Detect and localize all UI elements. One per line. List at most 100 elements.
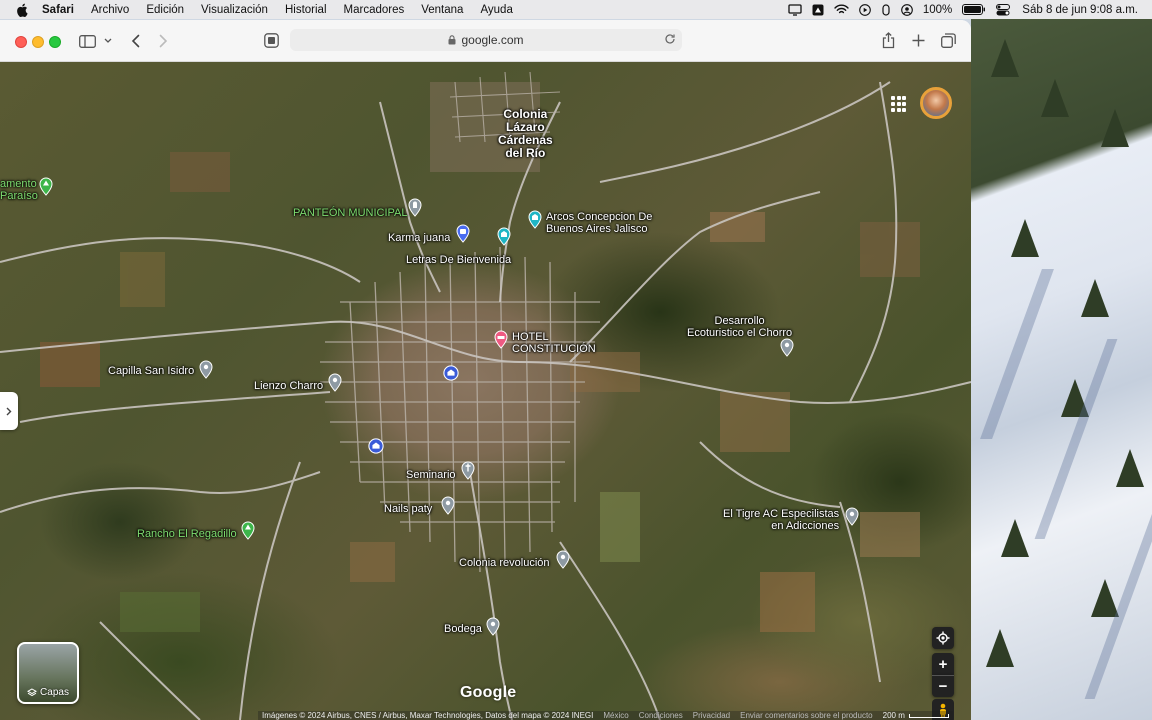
place-label-seminario[interactable]: Seminario (406, 469, 456, 481)
place-label-capilla[interactable]: Capilla San Isidro (108, 365, 194, 377)
tab-group-chevron-button[interactable] (102, 35, 114, 47)
keychain-icon[interactable] (881, 3, 891, 16)
tab-overview-button[interactable] (940, 32, 956, 48)
menu-edicion[interactable]: Edición (146, 4, 184, 16)
close-window-button[interactable] (15, 36, 27, 48)
play-icon[interactable] (859, 3, 871, 16)
website-icon (263, 32, 279, 48)
chevron-right-icon (159, 34, 167, 48)
place-label-line: Ecoturistico el Chorro (687, 327, 793, 339)
place-pin-icon[interactable] (440, 496, 456, 515)
place-pin-icon[interactable] (555, 550, 571, 569)
forward-button[interactable] (156, 32, 170, 50)
sidebar-icon (78, 34, 96, 48)
reload-icon[interactable] (664, 33, 676, 45)
place-pin-icon[interactable] (779, 338, 795, 357)
zoom-in-button[interactable]: + (932, 653, 954, 675)
menu-historial[interactable]: Historial (285, 4, 327, 16)
menu-app-safari[interactable]: Safari (42, 4, 74, 16)
attraction-pin-icon[interactable] (496, 227, 512, 246)
minimize-window-button[interactable] (32, 36, 44, 48)
place-pin-icon[interactable] (485, 617, 501, 636)
scale-bar (908, 713, 949, 718)
address-bar[interactable]: google.com (290, 29, 682, 51)
satellite-map[interactable]: Colonia Lázaro Cárdenas del Río amento P… (0, 62, 971, 720)
park-pin-icon[interactable] (38, 177, 54, 196)
safari-window: google.com Colonia Lázaro Cárdenas del R… (0, 20, 971, 720)
menu-clock[interactable]: Sáb 8 de jun 9:08 a.m. (1022, 4, 1138, 16)
place-label-line: en Adicciones (771, 520, 840, 532)
menu-ayuda[interactable]: Ayuda (480, 4, 512, 16)
map-scale[interactable]: 200 m (883, 711, 949, 720)
privacy-link[interactable]: Privacidad (693, 711, 730, 720)
government-pin-icon[interactable] (443, 365, 459, 381)
place-label-hotel[interactable]: HOTEL CONSTITUCIÓN (512, 331, 596, 355)
place-label-rancho[interactable]: Rancho El Regadillo (137, 528, 237, 540)
drive-icon[interactable] (812, 4, 824, 16)
park-pin-icon[interactable] (240, 521, 256, 540)
place-label-nails[interactable]: Nails paty (384, 503, 432, 515)
battery-icon[interactable] (962, 4, 986, 15)
lock-icon (448, 35, 456, 45)
screen-mirroring-icon[interactable] (788, 3, 802, 16)
wallpaper-shadow (980, 269, 1054, 439)
place-label-colonia-lazaro[interactable]: Colonia Lázaro Cárdenas del Río (498, 108, 553, 160)
menu-marcadores[interactable]: Marcadores (344, 4, 405, 16)
place-label-tigre[interactable]: El Tigre AC Especilistas en Adicciones (723, 508, 839, 532)
share-icon (882, 31, 894, 48)
place-label-paraiso[interactable]: amento Paraíso (0, 178, 38, 202)
shop-pin-icon[interactable] (455, 224, 471, 243)
user-account-icon[interactable] (901, 3, 913, 16)
government-pin-icon[interactable] (368, 438, 384, 454)
feedback-link[interactable]: Enviar comentarios sobre el producto (740, 711, 873, 720)
scale-label: 200 m (882, 711, 905, 720)
my-location-button[interactable] (932, 627, 954, 649)
place-label-desarrollo[interactable]: Desarrollo Ecoturistico el Chorro (687, 315, 792, 339)
menu-archivo[interactable]: Archivo (91, 4, 129, 16)
place-label-colonia-revolucion[interactable]: Colonia revolución (459, 557, 550, 569)
account-avatar[interactable] (920, 87, 952, 119)
hotel-pin-icon[interactable] (493, 330, 509, 349)
layers-icon (27, 687, 38, 696)
wallpaper-tree (991, 39, 1019, 77)
control-center-icon[interactable] (996, 3, 1011, 16)
menu-ventana[interactable]: Ventana (421, 4, 463, 16)
attraction-pin-icon[interactable] (527, 210, 543, 229)
side-panel-toggle[interactable] (0, 392, 18, 430)
place-pin-icon[interactable] (844, 507, 860, 526)
plus-icon (912, 34, 924, 46)
new-tab-button[interactable] (910, 32, 926, 48)
browser-toolbar: google.com (0, 20, 971, 62)
apple-icon[interactable] (14, 3, 30, 17)
layers-text: Capas (40, 687, 69, 698)
map-attribution-bar: Imágenes © 2024 Airbus, CNES / Airbus, M… (258, 711, 953, 720)
layers-label: Capas (19, 687, 77, 698)
place-label-karma-juana[interactable]: Karma juana (388, 232, 450, 244)
menu-visualizacion[interactable]: Visualización (201, 4, 268, 16)
region-link[interactable]: México (603, 711, 628, 720)
wifi-icon[interactable] (834, 4, 849, 15)
sidebar-toggle-button[interactable] (78, 33, 96, 49)
place-label-line: amento (0, 178, 37, 190)
place-label-line: Desarrollo (714, 315, 765, 327)
zoom-window-button[interactable] (49, 36, 61, 48)
church-pin-icon[interactable] (460, 461, 476, 480)
place-label-bodega[interactable]: Bodega (444, 623, 482, 635)
google-apps-button[interactable] (891, 96, 907, 112)
terms-link[interactable]: Condiciones (639, 711, 683, 720)
layers-button[interactable]: Capas (17, 642, 79, 704)
back-button[interactable] (128, 32, 142, 50)
tab-overview-site-button[interactable] (263, 32, 279, 48)
place-label-line: Paraíso (0, 190, 38, 202)
share-button[interactable] (880, 31, 896, 49)
place-label-panteon[interactable]: PANTEÓN MUNICIPAL (293, 207, 408, 219)
place-label-letras[interactable]: Letras De Bienvenida (406, 254, 511, 266)
zoom-out-button[interactable]: − (932, 675, 954, 697)
place-label-arcos[interactable]: Arcos Concepcion De Buenos Aires Jalisco (546, 211, 652, 235)
place-pin-icon[interactable] (198, 360, 214, 379)
cemetery-pin-icon[interactable] (407, 198, 423, 217)
place-label-lienzo[interactable]: Lienzo Charro (254, 380, 323, 392)
wallpaper-tree (986, 629, 1014, 667)
place-pin-icon[interactable] (327, 373, 343, 392)
wallpaper-tree (1091, 579, 1119, 617)
